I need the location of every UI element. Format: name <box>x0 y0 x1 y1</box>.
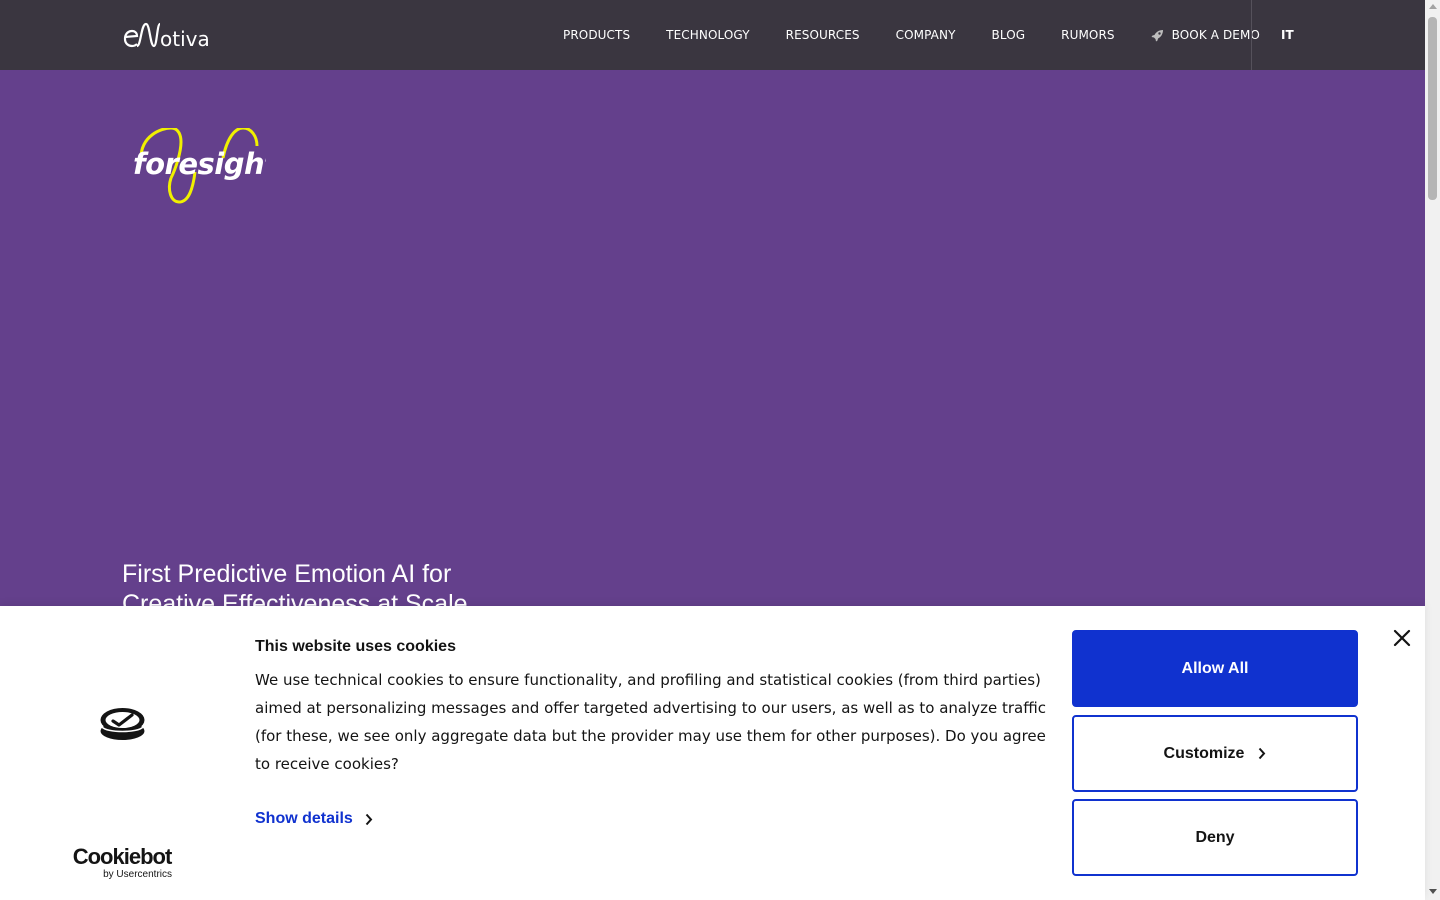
emotiva-logo[interactable]: otiva <box>123 20 235 50</box>
customize-button[interactable]: Customize <box>1072 715 1358 792</box>
page-scrollbar[interactable] <box>1425 0 1440 900</box>
foresight-logo: foresight <box>131 126 280 210</box>
customize-label: Customize <box>1163 744 1245 762</box>
allow-all-label: Allow All <box>1181 659 1249 677</box>
chevron-right-icon <box>365 813 373 826</box>
emotiva-logo-mark: otiva <box>123 22 210 50</box>
show-details-link[interactable]: Show details <box>255 810 373 828</box>
nav-products-label: PRODUCTS <box>563 28 631 42</box>
deny-button[interactable]: Deny <box>1072 799 1358 876</box>
cookiebot-brand-main: Cookiebot <box>72 844 173 869</box>
nav-book-a-demo[interactable]: BOOK A DEMO <box>1133 28 1278 42</box>
nav-technology-label: TECHNOLOGY <box>666 28 750 42</box>
nav-rumors[interactable]: RUMORS <box>1043 28 1132 42</box>
scroll-down-arrow-icon[interactable] <box>1429 889 1437 894</box>
deny-label: Deny <box>1195 828 1235 846</box>
nav-divider <box>1251 0 1252 70</box>
scrollbar-thumb[interactable] <box>1428 17 1437 200</box>
nav-company[interactable]: COMPANY <box>878 28 974 42</box>
language-switcher[interactable]: IT <box>1281 28 1294 42</box>
chevron-right-icon <box>1258 747 1266 760</box>
cookie-banner-text: We use technical cookies to ensure funct… <box>255 671 1046 773</box>
nav-resources-label: RESOURCES <box>785 28 860 42</box>
cookie-banner-title: This website uses cookies <box>255 638 456 655</box>
nav-company-label: COMPANY <box>895 28 956 42</box>
nav-blog[interactable]: BLOG <box>974 28 1044 42</box>
nav-book-a-demo-label: BOOK A DEMO <box>1171 28 1260 42</box>
hero-section: foresight First Predictive Emotion AI fo… <box>0 70 1425 606</box>
nav-rumors-label: RUMORS <box>1061 28 1115 42</box>
nav-products[interactable]: PRODUCTS <box>545 28 648 42</box>
foresight-logo-text: foresight <box>133 147 266 181</box>
svg-text:otiva: otiva <box>160 27 210 50</box>
cookiebot-wordmark: Cookiebot by Usercentrics <box>70 844 174 881</box>
hero-title: First Predictive Emotion AI for Creative… <box>122 560 468 606</box>
nav-blog-label: BLOG <box>991 28 1026 42</box>
foresight-logo-mark: foresight <box>133 126 280 204</box>
cookiebot-badge-icon <box>99 705 146 745</box>
top-navigation-bar: otiva PRODUCTS TECHNOLOGY RESOURCES COMP… <box>0 0 1425 70</box>
rocket-icon <box>1151 29 1164 42</box>
scroll-up-arrow-icon[interactable] <box>1429 4 1437 9</box>
nav-resources[interactable]: RESOURCES <box>768 28 878 42</box>
show-details-label: Show details <box>255 810 353 827</box>
cookiebot-brand-sub: by Usercentrics <box>103 869 172 880</box>
main-nav: PRODUCTS TECHNOLOGY RESOURCES COMPANY BL… <box>545 0 1278 70</box>
close-icon[interactable] <box>1392 628 1412 648</box>
nav-technology[interactable]: TECHNOLOGY <box>648 28 767 42</box>
allow-all-button[interactable]: Allow All <box>1072 630 1358 707</box>
